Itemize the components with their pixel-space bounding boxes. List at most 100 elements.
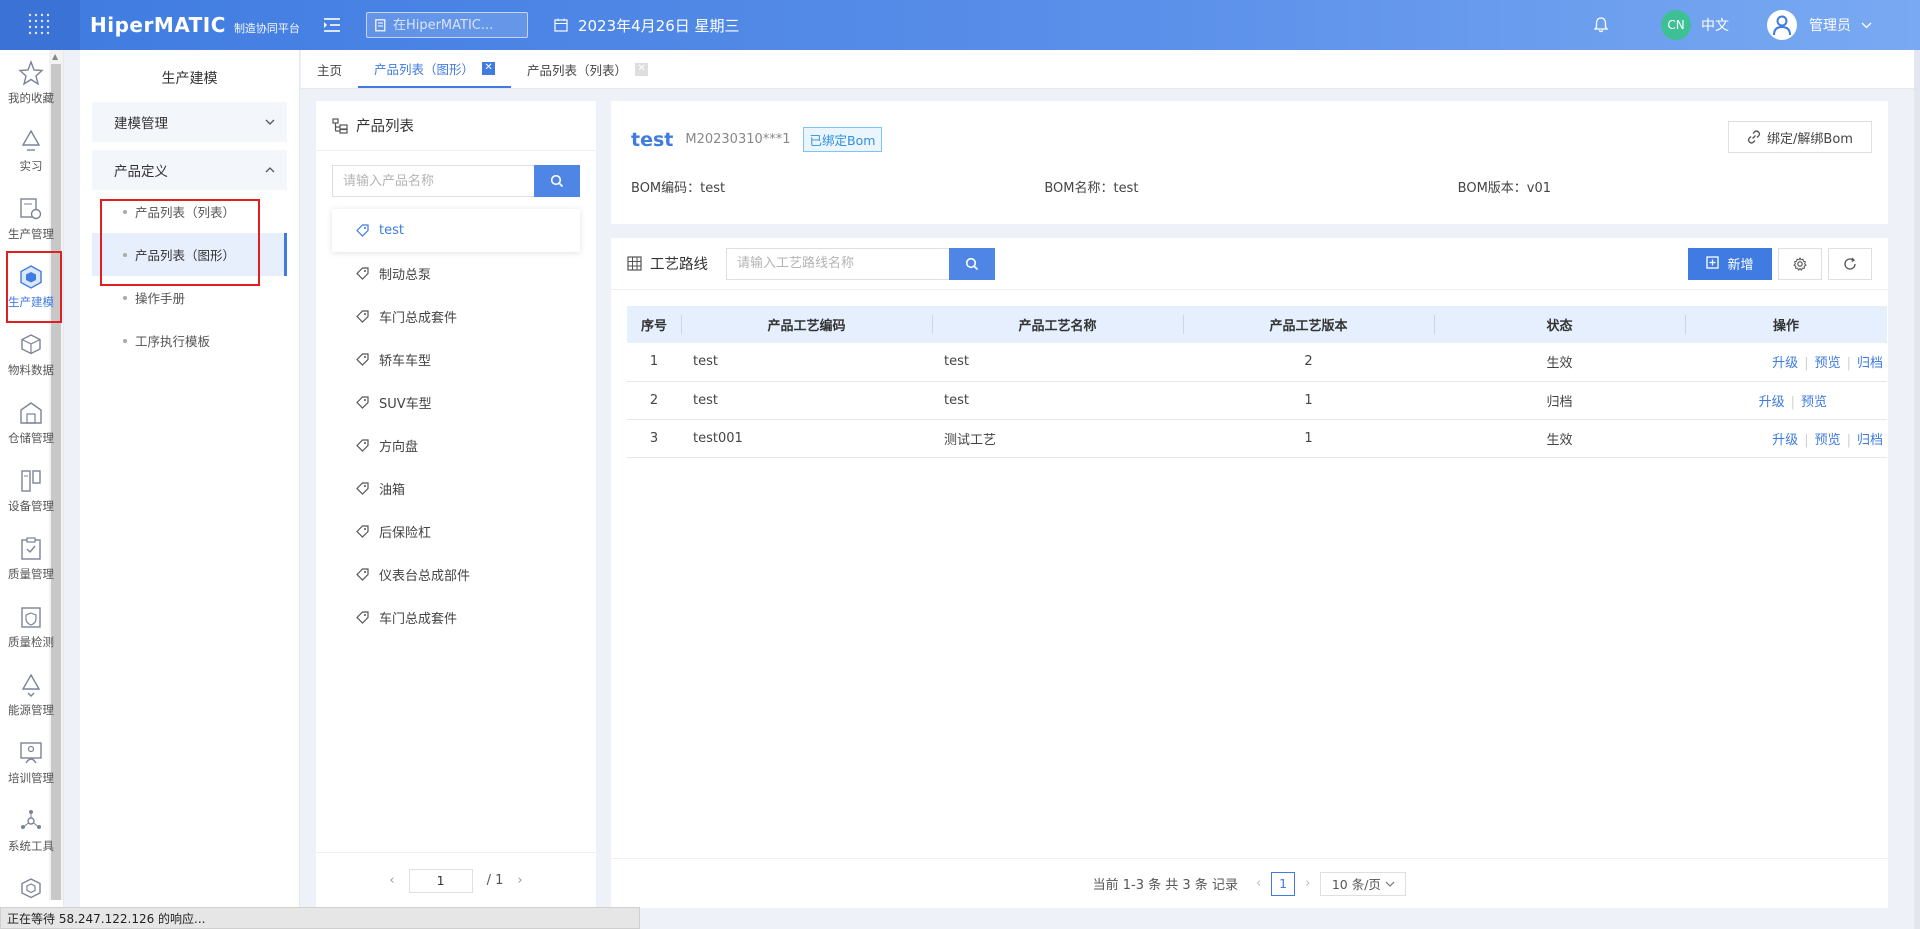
product-item[interactable]: 方向盘: [332, 424, 580, 467]
page-input[interactable]: 1: [408, 868, 473, 893]
product-search-input[interactable]: [332, 165, 534, 197]
side-item-label: 操作手册: [135, 291, 186, 306]
archive-link[interactable]: 归档: [1857, 356, 1883, 371]
settings-button[interactable]: [1778, 247, 1822, 280]
upgrade-link[interactable]: 升级: [1759, 395, 1785, 410]
upgrade-link[interactable]: 升级: [1772, 433, 1798, 448]
side-group-product-def[interactable]: 产品定义: [92, 150, 287, 190]
bind-bom-button[interactable]: 绑定/解绑Bom: [1728, 121, 1872, 153]
col-header: 序号: [627, 306, 681, 343]
cell-name: test: [932, 381, 1183, 420]
nav-label: 仓储管理: [8, 431, 54, 445]
preview-link[interactable]: 预览: [1815, 433, 1841, 448]
nav-item-quality[interactable]: 质量管理: [0, 528, 62, 596]
tab-bar: 主页 产品列表（图形） ✕ 产品列表（列表） ✕: [301, 50, 1920, 89]
close-icon[interactable]: ✕: [635, 62, 649, 76]
menu-collapse-icon[interactable]: [322, 15, 342, 35]
cell-code: test: [681, 343, 932, 382]
side-item-template[interactable]: 工序执行模板: [80, 319, 299, 362]
product-item[interactable]: test: [332, 209, 580, 252]
nav-label: 质量检测: [8, 635, 54, 649]
preview-link[interactable]: 预览: [1801, 395, 1827, 410]
product-item[interactable]: 油箱: [332, 467, 580, 510]
nav-item-energy[interactable]: 能源管理: [0, 664, 62, 732]
bullet-icon: [123, 338, 127, 343]
col-header: 操作: [1685, 306, 1887, 343]
close-icon[interactable]: ✕: [482, 61, 496, 75]
side-group-modeling[interactable]: 建模管理: [92, 102, 287, 142]
tag-icon: [356, 267, 369, 280]
bell-icon[interactable]: [1591, 15, 1611, 35]
page-size-label: 10 条/页: [1331, 877, 1381, 892]
table-row: 1 test test 2 生效 升级 | 预览 | 归档: [627, 343, 1887, 382]
page-number[interactable]: 1: [1271, 871, 1296, 896]
user-avatar-icon[interactable]: [1767, 10, 1797, 40]
nav-item-inspection[interactable]: 质量检测: [0, 596, 62, 664]
product-item[interactable]: 制动总泵: [332, 252, 580, 295]
product-item[interactable]: 仪表台总成部件: [332, 553, 580, 596]
pager-summary: 当前 1-3 条 共 3 条 记录: [1092, 878, 1238, 893]
product-search-button[interactable]: [534, 165, 580, 197]
cell-idx: 2: [627, 381, 681, 420]
route-search-input[interactable]: [726, 247, 949, 280]
col-header: 产品工艺版本: [1183, 306, 1434, 343]
logo-sub-text: 制造协同平台: [233, 22, 300, 35]
product-pager: ‹ 1 / 1 ›: [316, 852, 596, 908]
nav-item-production[interactable]: 生产管理: [0, 188, 62, 256]
route-search: [726, 247, 995, 280]
nav-item-device[interactable]: 设备管理: [0, 460, 62, 528]
chevron-left-icon[interactable]: ‹: [389, 873, 394, 888]
tab-product-list[interactable]: 产品列表（列表） ✕: [511, 50, 664, 88]
cell-name: test: [932, 343, 1183, 382]
cell-ops: 升级 | 预览 | 归档: [1685, 419, 1887, 458]
archive-link[interactable]: 归档: [1857, 433, 1883, 448]
product-list-header: 产品列表: [316, 101, 596, 151]
chevron-down-icon[interactable]: [1861, 18, 1872, 33]
product-item[interactable]: 车门总成套件: [332, 295, 580, 338]
user-name[interactable]: 管理员: [1809, 15, 1851, 35]
language-label[interactable]: 中文: [1701, 15, 1729, 35]
nav-label: 物料数据: [8, 363, 54, 377]
page-size-select[interactable]: 10 条/页: [1320, 871, 1407, 896]
nav-item-practice[interactable]: 实习: [0, 120, 62, 188]
product-item[interactable]: SUV车型: [332, 381, 580, 424]
tab-home[interactable]: 主页: [317, 50, 358, 88]
nav-item-favorites[interactable]: 我的收藏: [0, 52, 62, 120]
product-item-label: test: [379, 223, 404, 238]
chevron-right-icon[interactable]: ›: [517, 873, 522, 888]
app-grid-icon[interactable]: [0, 0, 80, 50]
status-text: 正在等待 58.247.122.126 的响应...: [7, 911, 206, 926]
global-search-input[interactable]: [392, 17, 513, 33]
search-icon: [965, 257, 979, 270]
language-badge[interactable]: CN: [1661, 10, 1691, 40]
tab-product-graph[interactable]: 产品列表（图形） ✕: [358, 50, 512, 88]
product-item-label: SUV车型: [379, 397, 432, 412]
global-search[interactable]: [365, 12, 528, 38]
preview-link[interactable]: 预览: [1815, 356, 1841, 371]
nav-item-training[interactable]: 培训管理: [0, 732, 62, 800]
product-item-label: 方向盘: [379, 440, 419, 455]
add-route-button[interactable]: 新增: [1688, 247, 1772, 280]
calendar-icon: [554, 18, 568, 32]
product-item[interactable]: 后保险杠: [332, 510, 580, 553]
table-row: 3 test001 测试工艺 1 生效 升级 | 预览 | 归档: [627, 419, 1887, 458]
product-item-label: 车门总成套件: [379, 311, 458, 326]
chevron-right-icon[interactable]: ›: [1305, 876, 1310, 891]
route-search-button[interactable]: [949, 247, 995, 280]
nav-item-system[interactable]: 系统工具: [0, 800, 62, 868]
add-route-label: 新增: [1727, 258, 1754, 273]
production-icon: [20, 198, 42, 220]
material-icon: [21, 334, 41, 355]
chevron-left-icon[interactable]: ‹: [1256, 876, 1261, 891]
header-date: 2023年4月26日 星期三: [554, 15, 740, 36]
upgrade-link[interactable]: 升级: [1772, 356, 1798, 371]
product-item[interactable]: 车门总成套件: [332, 596, 580, 639]
product-item[interactable]: 轿车车型: [332, 338, 580, 381]
nav-item-material[interactable]: 物料数据: [0, 324, 62, 392]
table-icon: [627, 256, 642, 271]
bom-code: BOM编码：test: [631, 181, 726, 196]
product-item-label: 仪表台总成部件: [379, 569, 471, 584]
bom-status-badge: 已绑定Bom: [802, 127, 883, 152]
nav-item-warehouse[interactable]: 仓储管理: [0, 392, 62, 460]
refresh-button[interactable]: [1828, 247, 1872, 280]
